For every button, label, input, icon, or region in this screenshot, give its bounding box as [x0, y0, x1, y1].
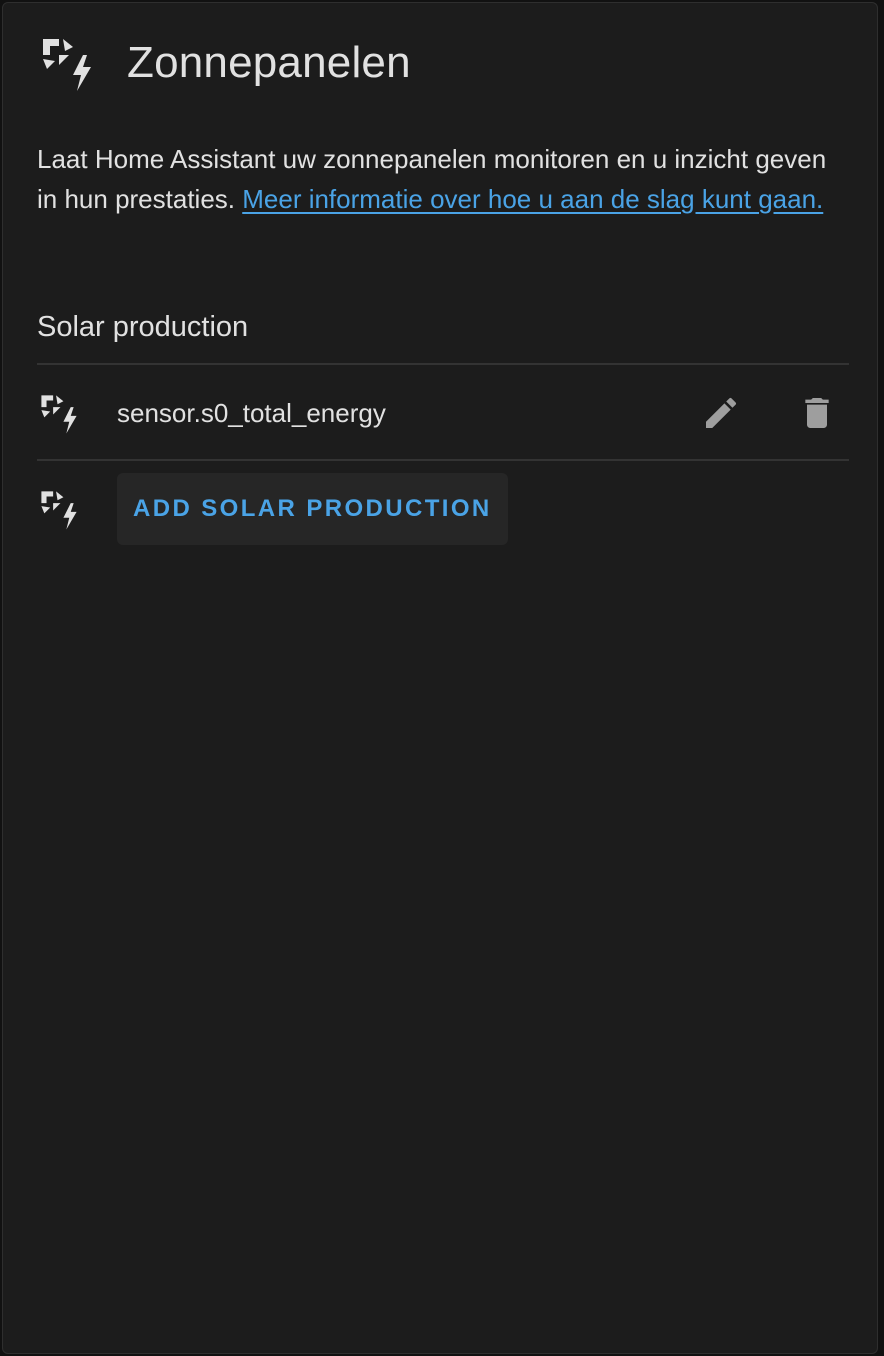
- trash-icon: [805, 398, 829, 428]
- solar-power-icon: [41, 395, 77, 434]
- energy-solar-card: Zonnepanelen Laat Home Assistant uw zonn…: [2, 2, 878, 1354]
- learn-more-link[interactable]: Meer informatie over hoe u aan de slag k…: [242, 184, 823, 214]
- card-description: Laat Home Assistant uw zonnepanelen moni…: [37, 139, 837, 219]
- solar-source-row: sensor.s0_total_energy: [37, 365, 849, 461]
- add-solar-production-button[interactable]: ADD SOLAR PRODUCTION: [117, 473, 508, 545]
- pencil-icon: [706, 397, 737, 428]
- solar-power-icon: [43, 39, 91, 91]
- card-header: Zonnepanelen: [37, 33, 411, 93]
- section-title: Solar production: [37, 311, 249, 343]
- solar-power-icon: [41, 491, 77, 530]
- source-entity-label: sensor.s0_total_energy: [117, 397, 386, 428]
- add-source-row: ADD SOLAR PRODUCTION: [37, 461, 849, 557]
- delete-source-button[interactable]: [785, 381, 849, 445]
- card-title: Zonnepanelen: [127, 38, 411, 87]
- edit-source-button[interactable]: [689, 381, 753, 445]
